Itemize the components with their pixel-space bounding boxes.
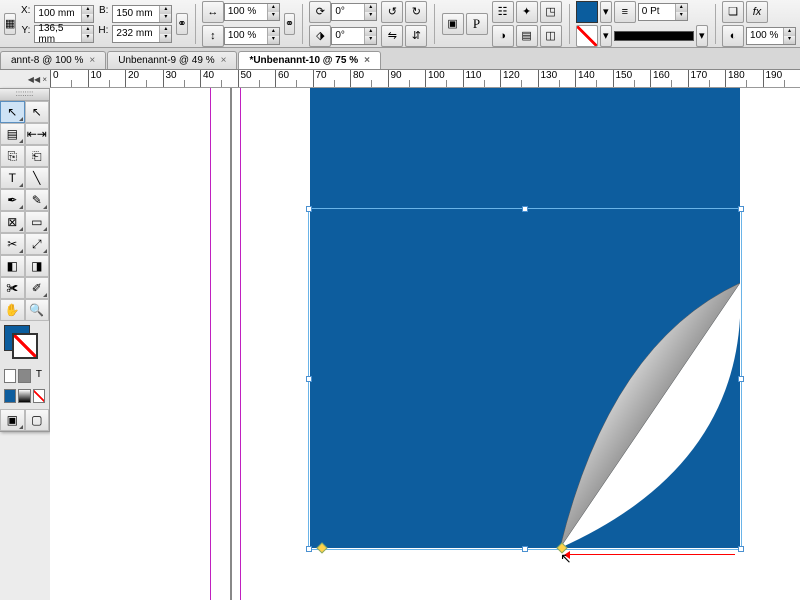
canvas[interactable]: ↖ — [50, 88, 800, 600]
width-input[interactable]: 150 mm▴▾ — [112, 5, 172, 23]
type-tool[interactable]: T — [0, 167, 25, 189]
page-edge — [230, 88, 232, 600]
rectangle-frame-tool[interactable]: ⊠ — [0, 211, 25, 233]
fx-icon[interactable]: fx — [746, 1, 768, 23]
scale-y-input[interactable]: 100 %▴▾ — [224, 27, 280, 45]
cursor-icon: ↖ — [560, 550, 572, 567]
rectangle-tool[interactable]: ▭ — [25, 211, 50, 233]
grid-icon[interactable]: ▤ — [516, 25, 538, 47]
selection-bounding-box — [308, 208, 742, 550]
rotate-ccw-icon[interactable]: ↺ — [381, 1, 403, 23]
stroke-weight-icon[interactable]: ≡ — [614, 1, 636, 23]
opacity-icon[interactable]: ◐ — [722, 25, 744, 47]
view-mode-normal[interactable]: ▣ — [0, 409, 25, 431]
drop-shadow-icon[interactable]: ❏ — [722, 1, 744, 23]
gradient-swatch-tool[interactable]: ◧ — [0, 255, 25, 277]
select-container-icon[interactable]: ▣ — [442, 13, 464, 35]
apply-gradient-icon[interactable] — [18, 389, 30, 403]
gradient-feather-tool[interactable]: ◨ — [25, 255, 50, 277]
pen-tool[interactable]: ✒ — [0, 189, 25, 211]
collapse-icon[interactable]: ◀◀ × — [28, 75, 47, 84]
horizontal-ruler[interactable]: 0102030405060708090100110120130140150160… — [50, 70, 800, 88]
close-icon[interactable]: × — [364, 55, 370, 66]
scale-x-icon[interactable]: ↔ — [202, 1, 224, 23]
zoom-tool[interactable]: 🔍 — [25, 299, 50, 321]
direct-selection-tool[interactable]: ↖ — [25, 101, 50, 123]
margin-guide — [210, 88, 211, 600]
rotate-cw-icon[interactable]: ↻ — [405, 1, 427, 23]
hand-tool[interactable]: ✋ — [0, 299, 25, 321]
scissors-tool[interactable]: ✂ — [0, 233, 25, 255]
rotate-input[interactable]: 0°▴▾ — [331, 3, 377, 21]
note-tool[interactable]: ✀ — [0, 277, 25, 299]
paragraph-icon[interactable]: P — [466, 13, 488, 35]
page-tool[interactable]: ▤ — [0, 123, 25, 145]
stroke-style[interactable] — [614, 31, 694, 41]
stroke-weight-input[interactable]: 0 Pt▴▾ — [638, 3, 688, 21]
selection-tool[interactable]: ↖ — [0, 101, 25, 123]
x-label: X: — [20, 5, 32, 23]
w-label: B: — [98, 5, 110, 23]
close-icon[interactable]: × — [89, 55, 95, 66]
fill-swatch[interactable] — [576, 1, 598, 23]
tab-doc-1[interactable]: annt-8 @ 100 %× — [0, 51, 106, 69]
shear-input[interactable]: 0°▴▾ — [331, 27, 377, 45]
margin-guide — [240, 88, 241, 600]
none-swatch-icon[interactable] — [576, 25, 598, 47]
pencil-tool[interactable]: ✎ — [25, 189, 50, 211]
scale-y-icon[interactable]: ↕ — [202, 25, 224, 47]
view-mode-preview[interactable]: ▢ — [25, 409, 50, 431]
corner-icon[interactable]: ◳ — [540, 1, 562, 23]
x-input[interactable]: 100 mm▴▾ — [34, 5, 94, 23]
reference-point-icon[interactable]: ▦ — [4, 13, 16, 35]
effects-icon[interactable]: ◑ — [492, 25, 514, 47]
stroke-style-menu-icon[interactable]: ▾ — [696, 25, 708, 47]
fill-stroke-swatch[interactable] — [0, 321, 49, 365]
constrain-wh-icon[interactable]: ⚭ — [176, 13, 187, 35]
shear-icon[interactable]: ⬗ — [309, 25, 331, 47]
height-input[interactable]: 232 mm▴▾ — [112, 25, 172, 43]
fill-menu-icon[interactable]: ▾ — [600, 1, 612, 23]
content-collector-tool[interactable]: ⎘ — [0, 145, 25, 167]
rotate-icon[interactable]: ⟳ — [309, 1, 331, 23]
blend-icon[interactable]: ◫ — [540, 25, 562, 47]
eyedropper-tool[interactable]: ✐ — [25, 277, 50, 299]
wrap-icon[interactable]: ✦ — [516, 1, 538, 23]
opacity-input[interactable]: 100 %▴▾ — [746, 27, 796, 45]
tool-panel: ◀◀ × :::::::: ↖ ↖ ▤ ⇤⇥ ⎘ ⎗ T ╲ ✒ ✎ ⊠ ▭ ✂… — [0, 88, 50, 432]
type-format-icon[interactable]: T — [33, 369, 45, 383]
y-label: Y: — [20, 25, 32, 43]
h-label: H: — [98, 25, 110, 43]
flip-v-icon[interactable]: ⇵ — [405, 25, 427, 47]
formatting-container-icon[interactable] — [4, 369, 16, 383]
document-tabs: annt-8 @ 100 %× Unbenannt-9 @ 49 %× *Unb… — [0, 48, 800, 70]
apply-color-icon[interactable] — [4, 389, 16, 403]
apply-none-icon[interactable] — [33, 389, 45, 403]
y-input[interactable]: 136,5 mm▴▾ — [34, 25, 94, 43]
flip-h-icon[interactable]: ⇋ — [381, 25, 403, 47]
gap-tool[interactable]: ⇤⇥ — [25, 123, 50, 145]
tab-doc-3[interactable]: *Unbenannt-10 @ 75 %× — [238, 51, 381, 69]
free-transform-tool[interactable]: ⤢ — [25, 233, 50, 255]
tab-doc-2[interactable]: Unbenannt-9 @ 49 %× — [107, 51, 237, 69]
annotation-arrow — [570, 554, 735, 555]
panel-grip[interactable]: :::::::: — [0, 89, 49, 101]
line-tool[interactable]: ╲ — [25, 167, 50, 189]
control-bar: ▦ X: 100 mm▴▾ Y: 136,5 mm▴▾ B: 150 mm▴▾ … — [0, 0, 800, 48]
constrain-scale-icon[interactable]: ⚭ — [284, 13, 295, 35]
close-icon[interactable]: × — [221, 55, 227, 66]
stroke-menu-icon[interactable]: ▾ — [600, 25, 612, 47]
align-icon[interactable]: ☷ — [492, 1, 514, 23]
formatting-text-icon[interactable] — [18, 369, 30, 383]
content-placer-tool[interactable]: ⎗ — [25, 145, 50, 167]
scale-x-input[interactable]: 100 %▴▾ — [224, 3, 280, 21]
